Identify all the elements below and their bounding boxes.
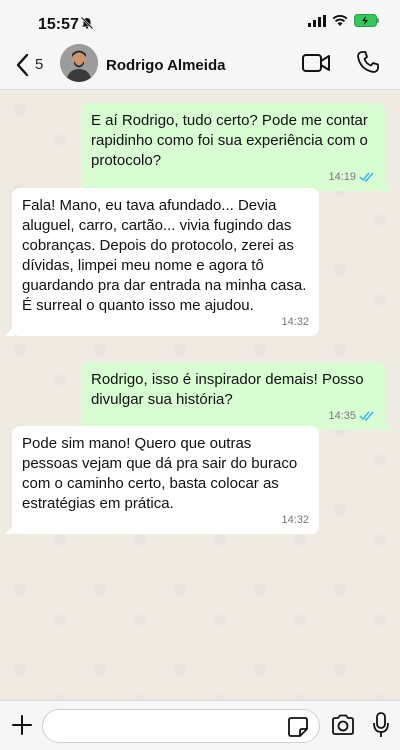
read-ticks-icon <box>359 172 374 182</box>
message-bubble-outgoing[interactable]: E aí Rodrigo, tudo certo? Pode me contar… <box>81 103 392 191</box>
bubble-tail <box>5 524 15 534</box>
message-text: E aí Rodrigo, tudo certo? Pode me contar… <box>91 112 368 169</box>
contact-name[interactable]: Rodrigo Almeida <box>106 57 225 74</box>
message-input-wrapper[interactable] <box>42 709 320 743</box>
avatar-image <box>60 44 98 82</box>
message-time: 14:32 <box>281 514 309 526</box>
bubble-tail <box>382 420 392 430</box>
read-ticks-icon <box>359 411 374 421</box>
back-chevron-icon[interactable] <box>12 50 34 80</box>
muted-bell-icon <box>80 16 94 30</box>
status-bar: 15:57 <box>0 0 400 44</box>
voice-call-icon[interactable] <box>356 50 380 74</box>
message-time: 14:35 <box>328 410 356 422</box>
avatar[interactable] <box>60 44 98 82</box>
message-meta: 14:32 <box>281 510 309 530</box>
message-text: Rodrigo, isso é inspirador demais! Posso… <box>91 371 364 408</box>
message-text: Pode sim mano! Quero que outras pessoas … <box>22 435 298 512</box>
camera-icon[interactable] <box>331 714 355 736</box>
chat-area[interactable]: E aí Rodrigo, tudo certo? Pode me contar… <box>0 90 400 700</box>
message-bubble-incoming[interactable]: Fala! Mano, eu tava afundado... Devia al… <box>5 188 319 336</box>
video-call-icon[interactable] <box>302 52 330 74</box>
chat-header: 5 Rodrigo Almeida <box>0 44 400 90</box>
message-time: 14:19 <box>328 171 356 183</box>
message-text: Fala! Mano, eu tava afundado... Devia al… <box>22 197 307 314</box>
status-time: 15:57 <box>38 16 79 33</box>
battery-charging-icon <box>354 14 379 27</box>
message-meta: 14:35 <box>328 406 375 426</box>
unread-count[interactable]: 5 <box>35 56 43 73</box>
sticker-icon[interactable] <box>287 716 309 738</box>
message-meta: 14:19 <box>328 167 375 187</box>
message-bubble-outgoing[interactable]: Rodrigo, isso é inspirador demais! Posso… <box>81 362 392 430</box>
microphone-icon[interactable] <box>372 711 390 739</box>
plus-icon[interactable] <box>10 713 34 737</box>
message-bubble-incoming[interactable]: Pode sim mano! Quero que outras pessoas … <box>5 426 319 534</box>
signal-icon <box>308 14 326 27</box>
bubble-tail <box>382 181 392 191</box>
message-composer <box>0 700 400 750</box>
bubble-tail <box>5 326 15 336</box>
message-time: 14:32 <box>281 316 309 328</box>
message-input[interactable] <box>55 710 285 742</box>
wifi-icon <box>332 14 348 26</box>
message-meta: 14:32 <box>281 312 309 332</box>
